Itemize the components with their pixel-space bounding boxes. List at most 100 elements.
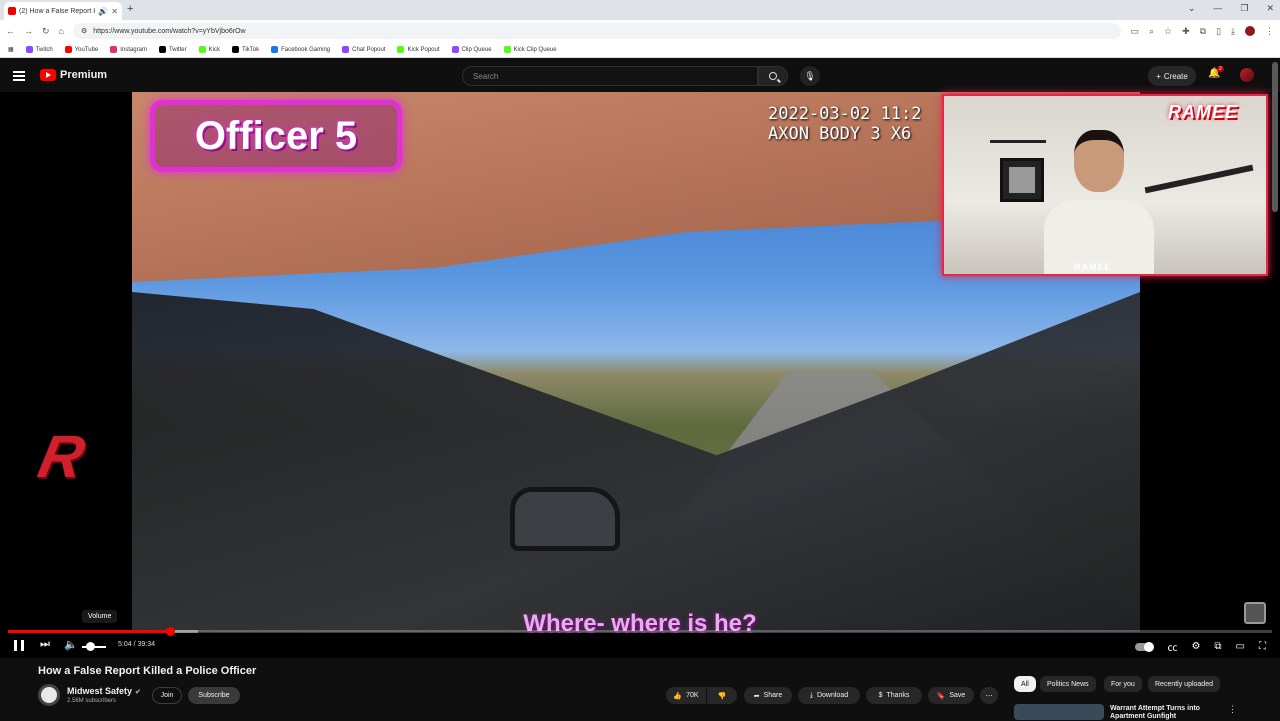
subtitle-caption: Where- where is he?: [523, 610, 757, 637]
settings-gear-icon[interactable]: ⚙: [1191, 641, 1200, 652]
zoom-icon[interactable]: ⌕: [1149, 26, 1154, 37]
new-tab-icon[interactable]: +: [127, 3, 133, 15]
maximize-icon[interactable]: ❐: [1240, 3, 1248, 14]
bookmark-favicon-icon: [271, 46, 279, 53]
time-total: 39:34: [137, 641, 155, 648]
pause-icon[interactable]: [14, 640, 24, 651]
recommendation-more-icon[interactable]: ⋮: [1228, 704, 1237, 715]
recommendation-thumbnail[interactable]: [1014, 704, 1104, 720]
save-button[interactable]: 🔖 Save: [928, 687, 974, 704]
voice-search-button[interactable]: 🎙: [800, 66, 820, 86]
plus-icon: +: [1156, 71, 1161, 81]
back-icon[interactable]: ←: [6, 26, 15, 36]
chip-all[interactable]: All: [1014, 676, 1036, 692]
apps-grid-icon[interactable]: ▦: [8, 46, 14, 53]
search-button[interactable]: [758, 66, 788, 86]
bookmark-label: Facebook Gaming: [281, 46, 331, 53]
chip-recently-uploaded[interactable]: Recently uploaded: [1148, 676, 1220, 692]
create-button[interactable]: + Create: [1148, 66, 1196, 86]
bookmark-instagram[interactable]: Instagram: [110, 46, 147, 53]
url-field[interactable]: ⚙ https://www.youtube.com/watch?v=yYbVjb…: [72, 23, 1122, 39]
wall-frame-scene: [1000, 158, 1044, 202]
progress-bar[interactable]: [8, 627, 1272, 636]
speaker-icon[interactable]: 🔊: [98, 7, 108, 16]
bookmark-twitter[interactable]: Twitter: [158, 46, 187, 53]
next-video-icon[interactable]: ⏭: [40, 638, 50, 651]
theater-mode-icon[interactable]: ▭: [1236, 641, 1245, 652]
tab-close-icon[interactable]: ✕: [111, 7, 118, 16]
share-button[interactable]: ➦ Share: [744, 687, 792, 704]
puzzle-icon[interactable]: ⧉: [1200, 26, 1206, 37]
download-button[interactable]: ⤓ Download: [798, 687, 860, 704]
sidepanel-icon[interactable]: ▯: [1216, 26, 1221, 37]
volume-knob[interactable]: [86, 642, 95, 651]
recommendation-title[interactable]: Warrant Attempt Turns into Apartment Gun…: [1110, 705, 1220, 721]
captions-icon[interactable]: ㏄: [1167, 639, 1177, 654]
minimize-icon[interactable]: —: [1213, 3, 1222, 14]
share-arrow-icon: ➦: [753, 692, 760, 700]
join-button[interactable]: Join: [152, 687, 182, 704]
forward-icon[interactable]: →: [24, 26, 33, 36]
more-dots-icon: ⋯: [985, 692, 993, 700]
progress-played: [8, 630, 170, 633]
bookmark-label: Kick Clip Queue: [513, 46, 557, 53]
thanks-label: Thanks: [886, 692, 910, 699]
search-icon: [769, 72, 777, 80]
streamer-r-logo-icon: R: [32, 423, 91, 490]
share-label: Share: [763, 692, 783, 699]
install-icon[interactable]: ▭: [1130, 26, 1139, 37]
subscribe-button[interactable]: Subscribe: [188, 687, 240, 704]
youtube-premium-logo[interactable]: Premium: [40, 69, 107, 81]
bookmark-kick-popout[interactable]: Kick Popout: [397, 46, 440, 53]
volume-icon[interactable]: 🔈: [64, 638, 78, 651]
site-info-icon[interactable]: ⚙: [81, 27, 87, 35]
kebab-menu-icon[interactable]: ⋮: [1265, 26, 1274, 37]
bookmark-facebook-gaming[interactable]: Facebook Gaming: [271, 46, 330, 53]
thanks-button[interactable]: $ Thanks: [866, 687, 922, 704]
dislike-button[interactable]: 👎: [707, 687, 737, 704]
thumbs-down-icon: 👎: [717, 692, 727, 700]
user-avatar[interactable]: [1240, 68, 1254, 82]
progress-scrubber[interactable]: [165, 627, 175, 636]
bookmark-favicon-icon: [397, 46, 405, 53]
notification-badge: 2: [1217, 66, 1224, 72]
video-player[interactable]: 2022-03-02 11:2 AXON BODY 3 X6 Officer 5…: [0, 92, 1280, 658]
profile-avatar[interactable]: [1245, 25, 1255, 36]
bookmark-star-icon[interactable]: ☆: [1164, 26, 1172, 37]
fullscreen-icon[interactable]: ⛶: [1259, 641, 1266, 652]
bookmark-label: Twitch: [35, 46, 53, 53]
bookmark-twitch[interactable]: Twitch: [25, 46, 53, 53]
bookmark-label: Twitter: [168, 46, 187, 53]
channel-name[interactable]: Midwest Safety ✔: [67, 686, 141, 696]
hamburger-menu-icon[interactable]: [13, 71, 25, 81]
bookmark-tiktok[interactable]: TikTok: [231, 46, 259, 53]
bookmark-clip-queue[interactable]: Clip Queue: [451, 46, 492, 53]
tab-search-icon[interactable]: ⌄: [1188, 3, 1196, 14]
chip-politics-news[interactable]: Politics News: [1040, 676, 1096, 692]
more-actions-button[interactable]: ⋯: [980, 687, 998, 704]
page-scrollbar[interactable]: [1272, 62, 1278, 212]
channel-avatar[interactable]: [38, 684, 60, 706]
channel-watermark-icon[interactable]: [1244, 602, 1266, 624]
subscriber-count: 2.56M subscribers: [67, 698, 117, 704]
extension-icon[interactable]: ✚: [1182, 26, 1190, 37]
miniplayer-icon[interactable]: ⧉: [1214, 641, 1221, 652]
time-current: 5:04: [118, 641, 132, 648]
search-input[interactable]: Search: [462, 66, 758, 86]
downloads-icon[interactable]: ⤓: [1231, 26, 1235, 37]
bookmark-label: Kick: [208, 46, 220, 53]
bookmark-favicon-icon: [451, 46, 459, 53]
chip-for-you[interactable]: For you: [1104, 676, 1142, 692]
like-button[interactable]: 👍 70K: [666, 687, 706, 704]
reload-icon[interactable]: ↻: [42, 26, 50, 37]
home-icon[interactable]: ⌂: [59, 26, 64, 36]
youtube-header: Premium Search 🎙 + Create 🔔 2: [0, 60, 1280, 92]
download-icon: ⤓: [809, 691, 813, 699]
browser-tab[interactable]: (2) How a False Report Killed a Police O…: [4, 2, 122, 20]
autoplay-toggle[interactable]: [1135, 641, 1155, 652]
window-close-icon[interactable]: ✕: [1266, 3, 1274, 14]
bookmark-kick-clip-queue[interactable]: Kick Clip Queue: [503, 46, 557, 53]
bookmark-chat-popout[interactable]: Chat Popout: [342, 46, 385, 53]
bookmark-kick[interactable]: Kick: [198, 46, 220, 53]
bookmark-youtube[interactable]: YouTube: [64, 46, 98, 53]
